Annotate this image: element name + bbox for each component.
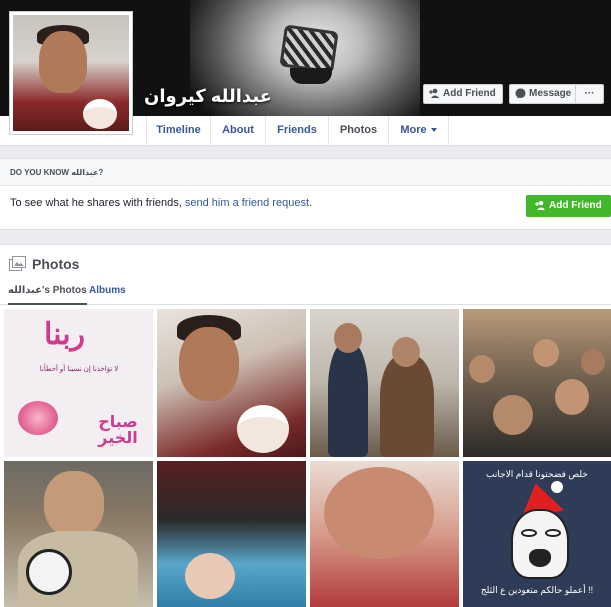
tab-more[interactable]: More (389, 116, 449, 146)
photos-title: Photos (32, 256, 80, 272)
do-you-know-card: DO YOU KNOW عبدالله? To see what he shar… (0, 158, 611, 230)
photo-tile[interactable] (4, 461, 153, 607)
send-friend-request-link[interactable]: send him a friend request. (185, 197, 312, 209)
tab-about[interactable]: About (211, 116, 266, 146)
tab-friends[interactable]: Friends (266, 116, 329, 146)
photo-tile[interactable] (157, 309, 306, 457)
photo-tile[interactable]: ربنا لا تؤاخذنا إن نسينا أو أخطأنا صباح … (4, 309, 153, 457)
photo-caption-bottom: صباح الخير (98, 414, 138, 447)
photos-subtabs: عبدالله's Photos Albums (0, 281, 611, 305)
friend-request-text: To see what he shares with friends, (10, 197, 185, 209)
photos-section: Photos عبدالله's Photos Albums ربنا لا ت… (0, 244, 611, 607)
add-friend-green-label: Add Friend (549, 200, 602, 211)
message-button[interactable]: Message (509, 84, 579, 104)
profile-name[interactable]: عبدالله كيروان (144, 86, 272, 107)
cover-ring (279, 24, 339, 74)
tab-photos[interactable]: Photos (329, 116, 389, 146)
add-friend-icon (429, 89, 439, 99)
photo-tile[interactable] (310, 309, 459, 457)
meme-caption-bottom: أعملو حالكم متعودين ع الثلج !! (480, 585, 594, 595)
photo-caption-small: لا تؤاخذنا إن نسينا أو أخطأنا (39, 366, 119, 373)
chevron-down-icon (430, 128, 437, 133)
add-friend-button-green[interactable]: Add Friend (526, 195, 611, 217)
photos-icon (9, 256, 26, 271)
cover-ring-band (290, 68, 332, 84)
subtab-user-photos[interactable]: عبدالله's Photos (8, 285, 87, 305)
meme-caption-top: خلص فضحتونا قدام الاجانب (486, 469, 588, 479)
photo-tile[interactable] (157, 461, 306, 607)
add-friend-button[interactable]: Add Friend (423, 84, 503, 104)
profile-picture[interactable] (9, 11, 133, 135)
messenger-icon (515, 88, 526, 99)
rose-graphic (18, 401, 58, 435)
message-label: Message (529, 88, 572, 99)
do-you-know-header: DO YOU KNOW عبدالله? (0, 159, 611, 186)
meme-face (511, 509, 569, 579)
photo-tile[interactable]: خلص فضحتونا قدام الاجانب أعملو حالكم متع… (463, 461, 611, 607)
subtab-albums[interactable]: Albums (89, 285, 126, 305)
tab-timeline[interactable]: Timeline (146, 116, 211, 146)
add-friend-icon (535, 201, 545, 211)
friend-request-message: To see what he shares with friends, send… (10, 197, 312, 209)
more-options-button[interactable]: ··· (575, 84, 604, 104)
add-friend-label: Add Friend (443, 88, 496, 99)
photo-tile[interactable] (463, 309, 611, 457)
photo-tile[interactable] (310, 461, 459, 607)
tab-more-label: More (400, 124, 427, 136)
photos-grid: ربنا لا تؤاخذنا إن نسينا أو أخطأنا صباح … (4, 309, 611, 607)
photo-caption-top: ربنا (44, 317, 86, 352)
profile-picture-image (13, 15, 129, 131)
more-options-dots: ··· (584, 88, 595, 99)
